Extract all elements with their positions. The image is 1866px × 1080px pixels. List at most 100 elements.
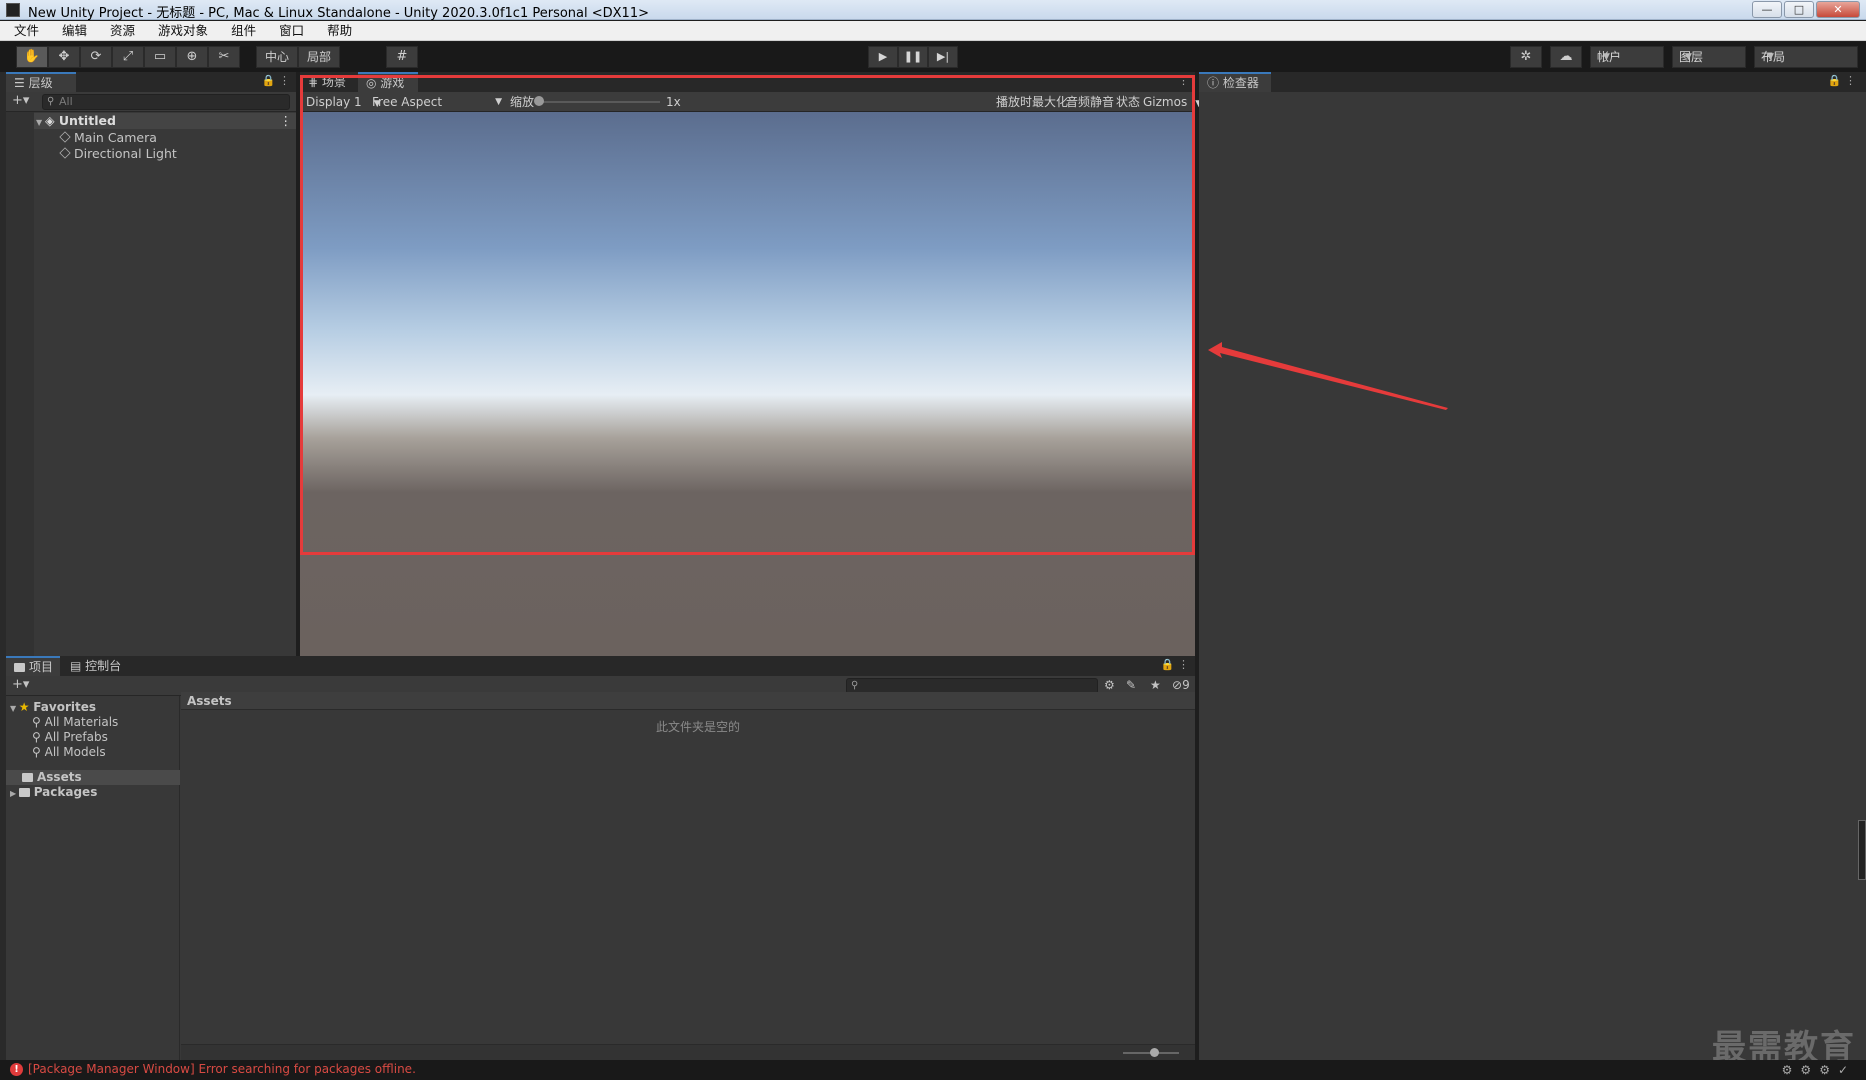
aspect-dropdown[interactable]: Free Aspect ▼ (372, 92, 502, 112)
tab-game[interactable]: ◎ 游戏 (358, 72, 418, 92)
menu-file[interactable]: 文件 (0, 21, 48, 40)
assets-folder-row[interactable]: Assets (6, 770, 180, 785)
scene-row[interactable]: ▼ ◈ Untitled ⋮ (6, 113, 296, 129)
favorites-label: Favorites (33, 700, 96, 714)
tab-inspector[interactable]: ⓘ 检查器 (1199, 72, 1271, 92)
favorite-item-label: All Materials (44, 715, 119, 729)
tab-project[interactable]: 项目 (6, 656, 60, 676)
icon-size-slider-knob[interactable] (1150, 1048, 1159, 1057)
favorites-row[interactable]: ▼ ★ Favorites (10, 700, 96, 715)
pause-button[interactable]: ❚❚ (898, 46, 928, 68)
list-item[interactable]: Directional Light (6, 146, 296, 162)
layout-dropdown[interactable]: 布局 ▼ (1754, 46, 1858, 68)
list-item[interactable]: ⚲ All Materials (32, 715, 118, 730)
gizmos-label: Gizmos (1143, 95, 1188, 109)
hidden-packages-toggle[interactable]: ⊘9 (1172, 678, 1190, 692)
hierarchy-panel: ☰ 层级 🔒 ⋮ +▾ ⚲ All ▼ ◈ Untitled ⋮ Main Cam… (6, 72, 296, 656)
filter-type-icon[interactable]: ⚙ (1104, 678, 1115, 692)
status-icons[interactable]: ⚙⚙⚙✓ (1782, 1063, 1856, 1077)
maximize-on-play-toggle[interactable]: 播放时最大化 (996, 92, 1068, 112)
tab-hierarchy[interactable]: ☰ 层级 (6, 72, 76, 92)
hand-tool-icon[interactable]: ✋ (16, 46, 48, 68)
collab-icon[interactable]: ✲ (1510, 46, 1542, 68)
expand-arrow-icon: ▶ (10, 789, 19, 798)
gameobject-icon (59, 147, 71, 159)
favorite-star-icon[interactable]: ★ (1150, 678, 1161, 692)
menu-assets[interactable]: 资源 (96, 21, 144, 40)
menu-gameobject[interactable]: 游戏对象 (144, 21, 217, 40)
scrollbar[interactable] (1858, 820, 1866, 880)
rotate-tool-icon[interactable]: ⟳ (80, 46, 112, 68)
hierarchy-tab-label: 层级 (28, 76, 53, 90)
gizmos-dropdown[interactable]: Gizmos▼ (1143, 92, 1202, 112)
star-icon: ★ (18, 700, 34, 714)
move-tool-icon[interactable]: ✥ (48, 46, 80, 68)
minimize-button[interactable]: — (1752, 1, 1782, 18)
account-label: 帐户 (1597, 50, 1622, 64)
console-tab-label: 控制台 (85, 659, 122, 673)
gameobject-icon (59, 131, 71, 143)
breadcrumb[interactable]: Assets (181, 692, 1195, 710)
custom-tool-icon[interactable]: ✂ (208, 46, 240, 68)
menu-edit[interactable]: 编辑 (48, 21, 96, 40)
close-window-button[interactable]: ✕ (1816, 1, 1860, 18)
stats-toggle[interactable]: 状态 (1116, 92, 1140, 112)
mute-audio-toggle[interactable]: 音频静音 (1066, 92, 1114, 112)
search-icon: ⚲ (32, 730, 45, 744)
list-item[interactable]: ⚲ All Prefabs (32, 730, 108, 745)
tab-scene[interactable]: ⋕ 场景 (300, 72, 358, 92)
expand-arrow-icon: ▼ (10, 704, 19, 713)
panel-menu-icon[interactable]: 🔒 ⋮ (1161, 658, 1189, 671)
add-object-button[interactable]: +▾ (12, 93, 29, 108)
status-error-message[interactable]: [Package Manager Window] Error searching… (28, 1062, 416, 1076)
pivot-center-button[interactable]: 中心 (256, 46, 299, 68)
step-button[interactable]: ▶| (928, 46, 958, 68)
scale-tool-icon[interactable]: ⤢ (112, 46, 144, 68)
tab-console[interactable]: ▤ 控制台 (62, 656, 132, 676)
search-icon: ⚲ (32, 715, 45, 729)
search-icon: ⚲ (32, 745, 45, 759)
menu-component[interactable]: 组件 (217, 21, 265, 40)
search-icon: ⚲ (851, 680, 859, 691)
layers-dropdown[interactable]: 图层 ▼ (1672, 46, 1746, 68)
hierarchy-search-input[interactable]: ⚲ All (42, 94, 290, 110)
list-item[interactable]: ⚲ All Models (32, 745, 106, 760)
inspector-tab-label: 检查器 (1222, 76, 1259, 90)
scene-menu-icon[interactable]: ⋮ (280, 113, 293, 129)
pivot-local-button[interactable]: 局部 (298, 46, 341, 68)
play-button[interactable]: ▶ (868, 46, 898, 68)
eye-slash-icon: ⊘ (1172, 678, 1183, 692)
scene-tab-label: 场景 (321, 75, 346, 89)
cloud-icon[interactable]: ☁ (1550, 46, 1582, 68)
create-asset-button[interactable]: +▾ (12, 677, 29, 692)
scale-slider-knob[interactable] (534, 96, 544, 106)
folder-icon (18, 788, 30, 797)
display-label: Display 1 (306, 95, 362, 109)
packages-folder-row[interactable]: ▶ Packages (10, 785, 97, 800)
list-item[interactable]: Main Camera (6, 130, 296, 146)
grid-snap-icon[interactable]: # (386, 46, 418, 68)
empty-folder-message: 此文件夹是空的 (656, 720, 741, 734)
panel-menu-icon[interactable]: 🔒 ⋮ (1828, 74, 1856, 87)
info-icon: ⓘ (1207, 76, 1223, 90)
panel-menu-icon[interactable]: 🔒 ⋮ (262, 74, 290, 87)
menu-help[interactable]: 帮助 (313, 21, 361, 40)
object-name: Directional Light (74, 146, 177, 161)
game-viewport[interactable] (300, 112, 1195, 656)
inspector-panel: ⓘ 检查器 🔒 ⋮ (1199, 72, 1866, 1060)
account-dropdown[interactable]: 帐户 ▼ (1590, 46, 1664, 68)
filter-label-icon[interactable]: ✎ (1126, 678, 1136, 692)
scale-slider[interactable] (538, 101, 660, 103)
display-dropdown[interactable]: Display 1 ▼ (306, 92, 381, 112)
game-tab-label: 游戏 (380, 76, 405, 90)
expand-arrow-icon: ▼ (36, 118, 45, 127)
aspect-label: Free Aspect (372, 95, 443, 109)
project-tree: ▼ ★ Favorites ⚲ All Materials ⚲ All Pref… (6, 696, 180, 1060)
rect-tool-icon[interactable]: ▭ (144, 46, 176, 68)
packages-label: Packages (33, 785, 98, 799)
transform-tool-icon[interactable]: ⊕ (176, 46, 208, 68)
maximize-button[interactable]: □ (1784, 1, 1814, 18)
game-panel: ⋕ 场景 ◎ 游戏 ⋮ Display 1 ▼ Free Aspect ▼ 缩放 1… (300, 72, 1202, 656)
panel-menu-icon[interactable]: ⋮ (1178, 74, 1189, 87)
menu-window[interactable]: 窗口 (265, 21, 313, 40)
